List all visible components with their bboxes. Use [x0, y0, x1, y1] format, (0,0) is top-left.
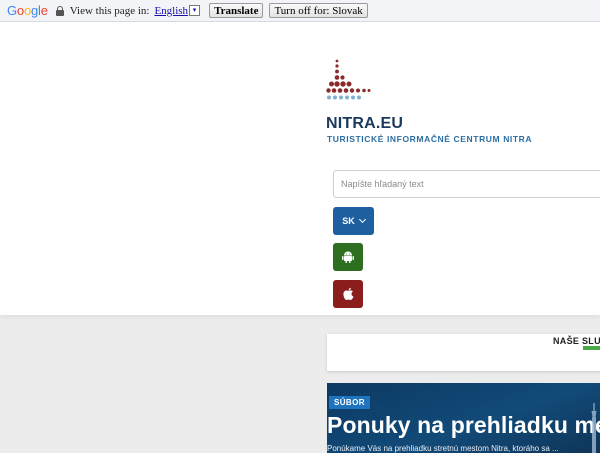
site-title[interactable]: NITRA.EU [326, 115, 403, 133]
translate-language-select[interactable]: English ▾ [154, 5, 201, 17]
site-header: NITRA.EU TURISTICKÉ INFORMAČNÉ CENTRUM N… [0, 22, 600, 315]
tower-silhouette-icon [591, 403, 597, 453]
turn-off-button[interactable]: Turn off for: Slovak [269, 3, 368, 18]
featured-banner[interactable]: SÚBOR Ponuky na prehliadku me Ponúkame V… [327, 383, 600, 453]
chevron-down-icon [358, 215, 366, 224]
banner-text: Ponúkame Vás na prehliadku stretnú mesto… [327, 444, 559, 453]
android-app-button[interactable] [333, 243, 363, 271]
nitra-logo-icon[interactable] [326, 59, 372, 103]
translate-language[interactable]: English [154, 5, 188, 17]
site-subtitle: TURISTICKÉ INFORMAČNÉ CENTRUM NITRA [327, 134, 533, 144]
services-section: NAŠE SLUŽ [327, 334, 600, 371]
language-selector-button[interactable]: SK [333, 207, 374, 235]
banner-tag[interactable]: SÚBOR [329, 396, 370, 409]
android-icon [342, 251, 354, 263]
apple-icon [342, 287, 353, 300]
google-logo: Google [7, 3, 48, 18]
translate-button[interactable]: Translate [209, 3, 264, 18]
banner-title[interactable]: Ponuky na prehliadku me [327, 412, 600, 439]
services-accent-bar [583, 346, 600, 350]
apple-app-button[interactable] [333, 280, 363, 308]
lock-icon [55, 5, 64, 16]
translate-bar: Google View this page in: English ▾ Trans… [0, 0, 600, 22]
translate-prompt: View this page in: [69, 4, 150, 17]
services-title: NAŠE SLUŽ [553, 336, 600, 346]
dropdown-arrow-icon[interactable]: ▾ [189, 5, 201, 17]
search-input[interactable] [333, 170, 600, 198]
language-value: SK [342, 216, 355, 226]
